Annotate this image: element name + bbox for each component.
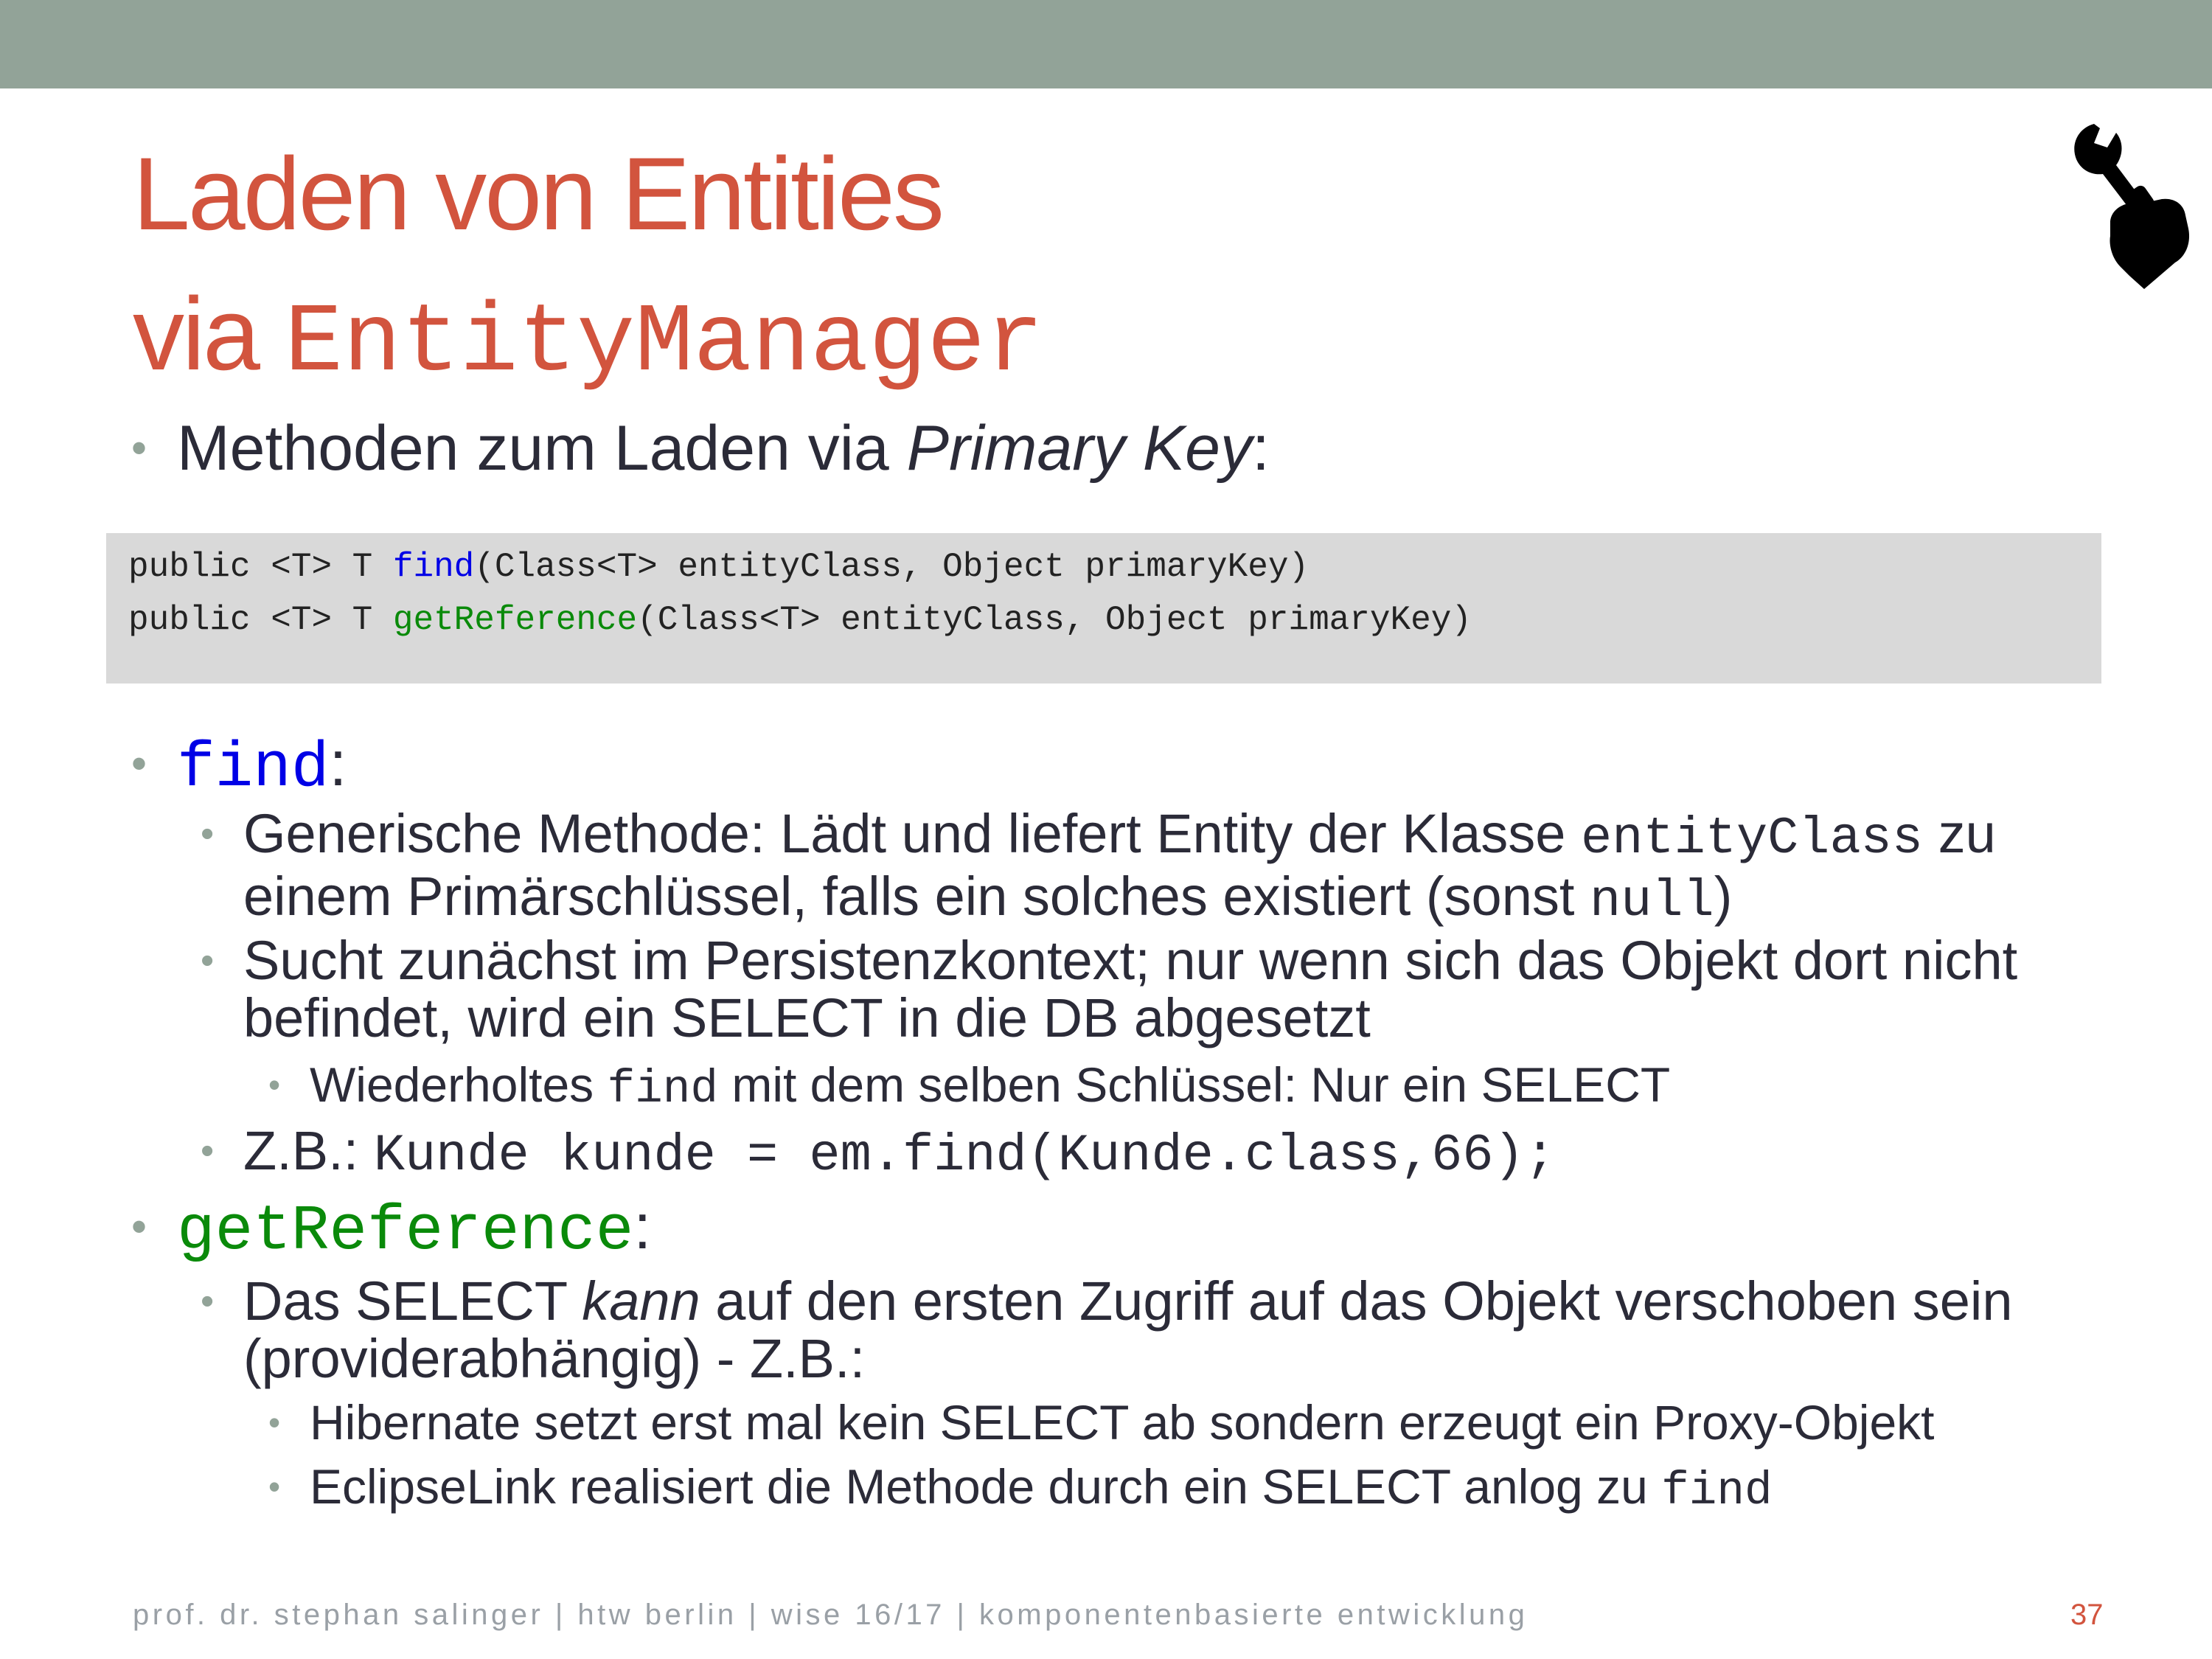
- find-item-example: • Z.B.: Kunde kunde = em.find(Kunde.class…: [201, 1120, 1556, 1186]
- code-line-find: public <T> T find(Class<T> entityClass, …: [128, 548, 1310, 586]
- getreference-subitem-eclipselink: • EclipseLink realisiert die Methode durc…: [268, 1459, 1773, 1517]
- find-subitem-repeated: • Wiederholtes find mit dem selben Schlüs…: [268, 1057, 1671, 1116]
- getreference-item-deferred-select: • Das SELECT kann auf den ersten Zugriff…: [201, 1270, 2013, 1389]
- bullet-getreference-heading: • getReference:: [131, 1192, 652, 1267]
- hand-holding-wrench-icon: [2074, 124, 2190, 289]
- page-number: 37: [2070, 1599, 2104, 1631]
- top-bar: [0, 0, 2212, 88]
- title-code: EntityManager: [284, 288, 1044, 399]
- bullet-find-heading: • find:: [131, 728, 347, 804]
- slide-title: Laden von Entities via EntityManager: [133, 124, 1044, 414]
- title-line-2: via EntityManager: [133, 276, 1044, 399]
- code-line-getreference: public <T> T getReference(Class<T> entit…: [128, 601, 1472, 639]
- find-item-generic-method: • Generische Methode: Lädt und liefert E…: [201, 803, 1996, 931]
- title-line-1: Laden von Entities: [133, 136, 945, 251]
- find-item-persistence-context: • Sucht zunächst im Persistenzkontext; n…: [201, 930, 2018, 1048]
- getreference-subitem-hibernate: • Hibernate setzt erst mal kein SELECT ab…: [268, 1395, 1935, 1450]
- code-block: public <T> T find(Class<T> entityClass, …: [106, 533, 2101, 684]
- footer-text: prof. dr. stephan salinger | htw berlin …: [133, 1599, 1528, 1631]
- bullet-primary-key: • Methoden zum Laden via Primary Key:: [131, 413, 1270, 484]
